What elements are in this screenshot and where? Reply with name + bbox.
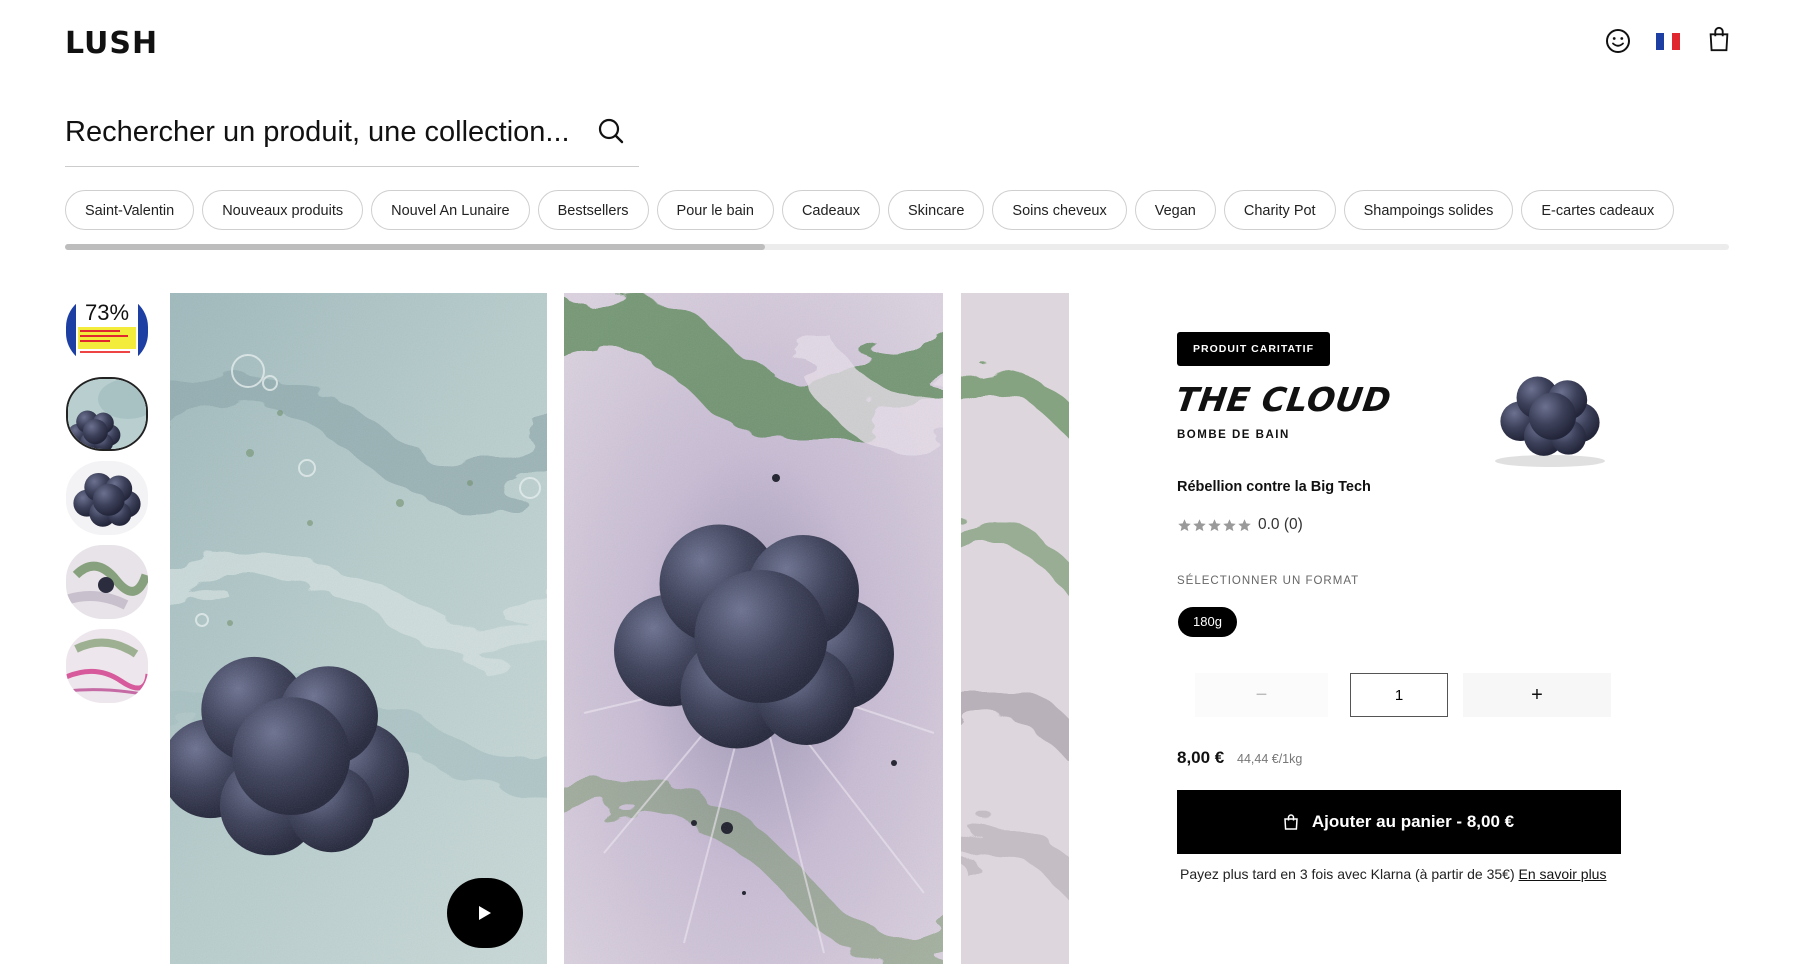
chip-bestsellers[interactable]: Bestsellers [537,190,649,230]
gallery-image-marble-swirl[interactable] [961,293,1069,964]
quantity-input[interactable] [1350,673,1448,717]
chip-skincare[interactable]: Skincare [887,190,985,230]
lush-logo[interactable]: LUSH [65,26,158,61]
thumbnail-pink-swirl[interactable] [66,629,148,703]
product-title: THE CLOUD [1173,380,1394,419]
chip-vegan[interactable]: Vegan [1134,190,1216,230]
rating-stars [1177,518,1252,533]
klarna-text: Payez plus tard en 3 fois avec Klarna (à… [1180,866,1515,882]
chip-nouvel-an-lunaire[interactable]: Nouvel An Lunaire [371,190,530,230]
thumbnail-fizzing[interactable] [66,545,148,619]
product-image [1495,376,1605,467]
chip-pour-le-bain[interactable]: Pour le bain [656,190,774,230]
add-to-cart-button[interactable]: Ajouter au panier - 8,00 € [1177,790,1621,854]
format-label: SÉLECTIONNER UN FORMAT [1177,575,1360,587]
chip-shampoings-solides[interactable]: Shampoings solides [1343,190,1514,230]
unit-price: 44,44 €/1kg [1237,752,1303,766]
category-chips: Saint-Valentin Nouveaux produits Nouvel An… [65,190,1729,232]
chip-saint-valentin[interactable]: Saint-Valentin [65,190,195,230]
category-scroll-thumb[interactable] [65,244,765,250]
star-icon [1238,518,1251,531]
star-icon [1223,518,1236,531]
gallery-image-bath-water[interactable] [141,293,607,964]
chip-charity-pot[interactable]: Charity Pot [1223,190,1336,230]
search-bar [65,100,639,167]
chip-nouveaux-produits[interactable]: Nouveaux produits [202,190,364,230]
star-icon [1193,518,1206,531]
rating-text: 0.0 (0) [1258,516,1303,533]
thumbnail-charity-label[interactable]: 73% [66,293,148,367]
chip-cadeaux[interactable]: Cadeaux [781,190,880,230]
charity-product-badge: PRODUIT CARITATIF [1177,332,1331,366]
account-icon[interactable] [1605,28,1631,54]
chip-soins-cheveux[interactable]: Soins cheveux [992,190,1127,230]
klarna-info: Payez plus tard en 3 fois avec Klarna (à… [1180,866,1606,882]
star-icon [1208,518,1221,531]
france-flag-icon[interactable] [1656,33,1680,50]
search-input[interactable] [65,110,585,154]
quantity-decrease-button[interactable]: − [1195,673,1328,717]
product-tagline: Rébellion contre la Big Tech [1177,479,1371,495]
gallery-image-bath-bomb-fizz[interactable] [532,289,980,970]
search-icon[interactable] [597,117,625,145]
product-price: 8,00 € [1177,748,1225,767]
add-to-cart-label: Ajouter au panier - 8,00 € [1311,812,1515,831]
product-type: BOMBE DE BAIN [1177,429,1290,441]
format-option-180g[interactable]: 180g [1178,607,1237,637]
klarna-learn-more-link[interactable]: En savoir plus [1519,866,1607,882]
star-icon [1178,518,1191,531]
product-rating[interactable]: 0.0 (0) [1177,516,1303,534]
thumbnail-bath-water[interactable] [66,377,148,451]
thumbnail-percent-label: 73% [85,300,129,325]
quantity-increase-button[interactable]: + [1463,673,1611,717]
chip-e-cartes-cadeaux[interactable]: E-cartes cadeaux [1521,190,1675,230]
play-video-button[interactable] [447,878,523,948]
shopping-bag-icon [1284,814,1298,830]
shopping-bag-icon[interactable] [1706,26,1732,52]
thumbnail-bath-bomb[interactable] [66,461,148,535]
play-icon [479,906,491,920]
